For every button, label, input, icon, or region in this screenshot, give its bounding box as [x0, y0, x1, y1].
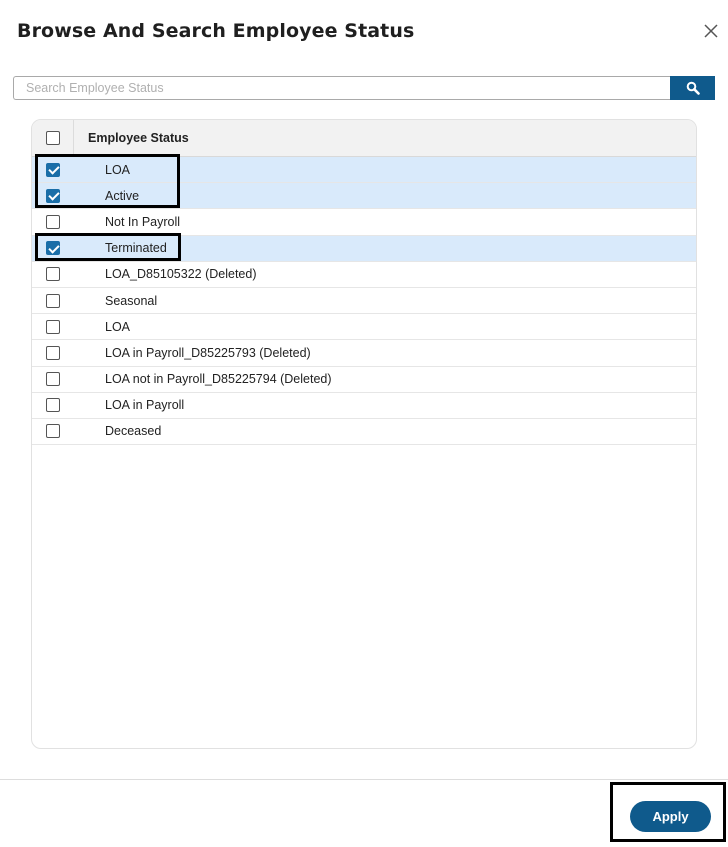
footer-divider: [0, 779, 728, 780]
grid-header: Employee Status: [32, 120, 696, 157]
column-header-employee-status: Employee Status: [88, 131, 189, 145]
row-checkbox-cell: [32, 236, 74, 261]
table-row[interactable]: LOA not in Payroll_D85225794 (Deleted): [32, 366, 696, 393]
row-checkbox[interactable]: [46, 214, 60, 229]
table-row[interactable]: Seasonal: [32, 287, 696, 315]
close-button[interactable]: [700, 20, 722, 42]
row-label: LOA in Payroll_D85225793 (Deleted): [105, 345, 311, 360]
row-checkbox-cell: [32, 288, 74, 313]
row-checkbox[interactable]: [46, 319, 60, 334]
grid-header-checkbox-cell: [32, 120, 74, 156]
row-checkbox-cell: [32, 367, 74, 392]
row-checkbox[interactable]: [46, 424, 60, 439]
table-row[interactable]: LOA in Payroll_D85225793 (Deleted): [32, 340, 696, 367]
row-label: LOA: [105, 162, 131, 177]
row-checkbox[interactable]: [46, 398, 60, 413]
row-label: LOA: [105, 319, 131, 334]
row-label: LOA_D85105322 (Deleted): [105, 267, 257, 282]
row-checkbox-cell: [32, 419, 74, 444]
row-label: LOA not in Payroll_D85225794 (Deleted): [105, 372, 332, 387]
table-row[interactable]: Deceased: [32, 418, 696, 446]
close-icon: [704, 24, 718, 38]
row-label: Not In Payroll: [105, 214, 181, 229]
row-checkbox-cell: [32, 393, 74, 418]
row-label: Seasonal: [105, 293, 158, 308]
row-label: Active: [105, 188, 140, 203]
table-row[interactable]: Terminated: [32, 235, 696, 262]
row-checkbox[interactable]: [46, 372, 60, 387]
search-icon: [686, 81, 700, 95]
row-checkbox-cell: [32, 157, 74, 182]
row-checkbox[interactable]: [46, 345, 60, 360]
search-button[interactable]: [670, 76, 715, 100]
row-checkbox-cell: [32, 209, 74, 234]
apply-button[interactable]: Apply: [630, 801, 711, 832]
table-row[interactable]: LOA in Payroll: [32, 392, 696, 419]
grid-body: LOA Active Not In Payroll Terminated LOA_D85…: [32, 157, 696, 446]
select-all-checkbox[interactable]: [45, 131, 60, 145]
row-checkbox-cell: [32, 340, 74, 365]
row-label: LOA in Payroll: [105, 398, 185, 413]
row-checkbox-cell: [32, 314, 74, 339]
row-checkbox[interactable]: [46, 188, 60, 203]
table-row[interactable]: LOA: [32, 314, 696, 341]
row-checkbox[interactable]: [46, 267, 60, 282]
table-row[interactable]: Not In Payroll: [32, 209, 696, 236]
employee-status-grid: Employee Status LOA Active Not In Payroll T…: [31, 119, 697, 749]
row-checkbox-cell: [32, 262, 74, 287]
table-row[interactable]: LOA_D85105322 (Deleted): [32, 261, 696, 288]
row-label: Deceased: [105, 424, 162, 439]
table-row[interactable]: LOA: [32, 157, 696, 184]
dialog-title: Browse And Search Employee Status: [17, 20, 415, 42]
browse-employee-status-dialog: Browse And Search Employee Status Employ…: [0, 0, 728, 847]
row-label: Terminated: [105, 241, 167, 256]
table-row[interactable]: Active: [32, 183, 696, 210]
search-input[interactable]: [13, 76, 671, 100]
row-checkbox[interactable]: [46, 162, 60, 177]
row-checkbox-cell: [32, 183, 74, 208]
row-checkbox[interactable]: [46, 293, 60, 308]
row-checkbox[interactable]: [46, 241, 60, 256]
